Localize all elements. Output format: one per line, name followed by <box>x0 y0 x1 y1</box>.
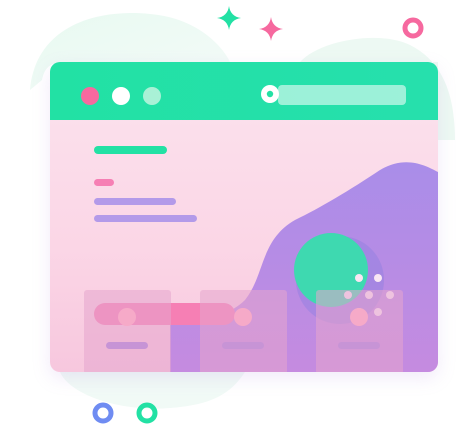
sparkle-green-icon <box>217 6 241 30</box>
feature-card-2[interactable] <box>200 290 287 372</box>
avatar <box>234 308 252 326</box>
text-bar-2 <box>94 215 197 222</box>
avatar <box>118 308 136 326</box>
text-bar-1 <box>94 198 176 205</box>
ring-blue-icon <box>92 402 114 424</box>
illustration-scene <box>0 0 469 428</box>
heading-bar <box>94 146 167 154</box>
browser-window <box>50 62 438 372</box>
window-dot-pink <box>81 87 99 105</box>
card-text-line <box>338 342 380 349</box>
card-text-line <box>222 342 264 349</box>
window-dot-green <box>143 87 161 105</box>
feature-card-3[interactable] <box>316 290 403 372</box>
ring-pink-icon <box>402 17 424 39</box>
feature-card-1[interactable] <box>84 290 171 372</box>
window-dot-white <box>112 87 130 105</box>
window-titlebar <box>50 62 438 120</box>
search-icon[interactable] <box>258 82 284 108</box>
card-text-line <box>106 342 148 349</box>
avatar <box>350 308 368 326</box>
ring-green-icon <box>136 402 158 424</box>
sparkle-pink-icon <box>259 17 283 41</box>
tag-bar <box>94 179 114 186</box>
search-input[interactable] <box>278 85 406 105</box>
